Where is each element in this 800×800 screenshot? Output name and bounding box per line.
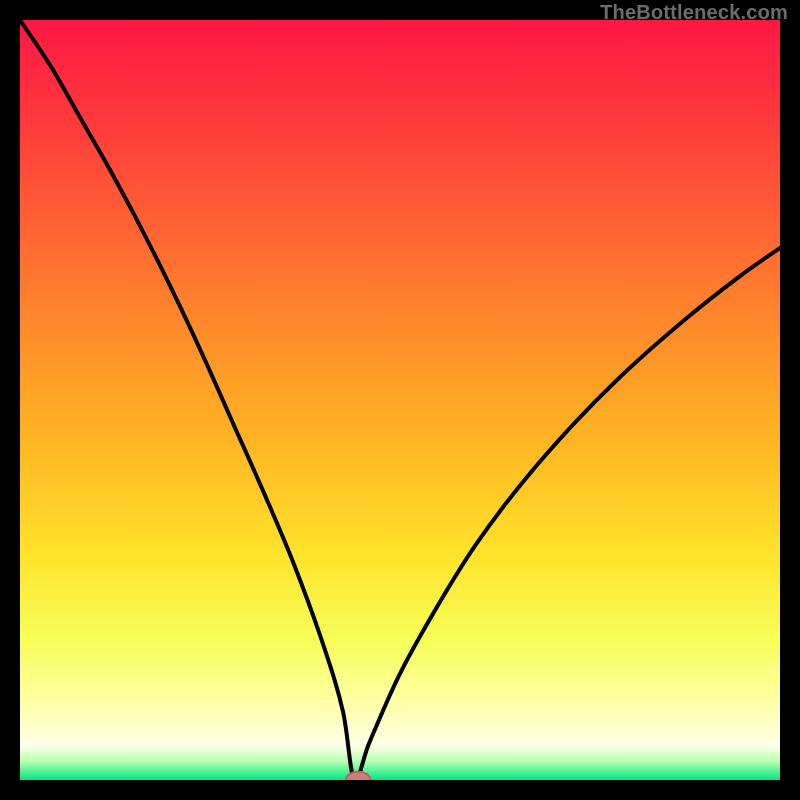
chart-frame: TheBottleneck.com bbox=[0, 0, 800, 800]
chart-background-gradient bbox=[20, 20, 780, 780]
chart-plot-area bbox=[20, 20, 780, 780]
chart-svg bbox=[20, 20, 780, 780]
